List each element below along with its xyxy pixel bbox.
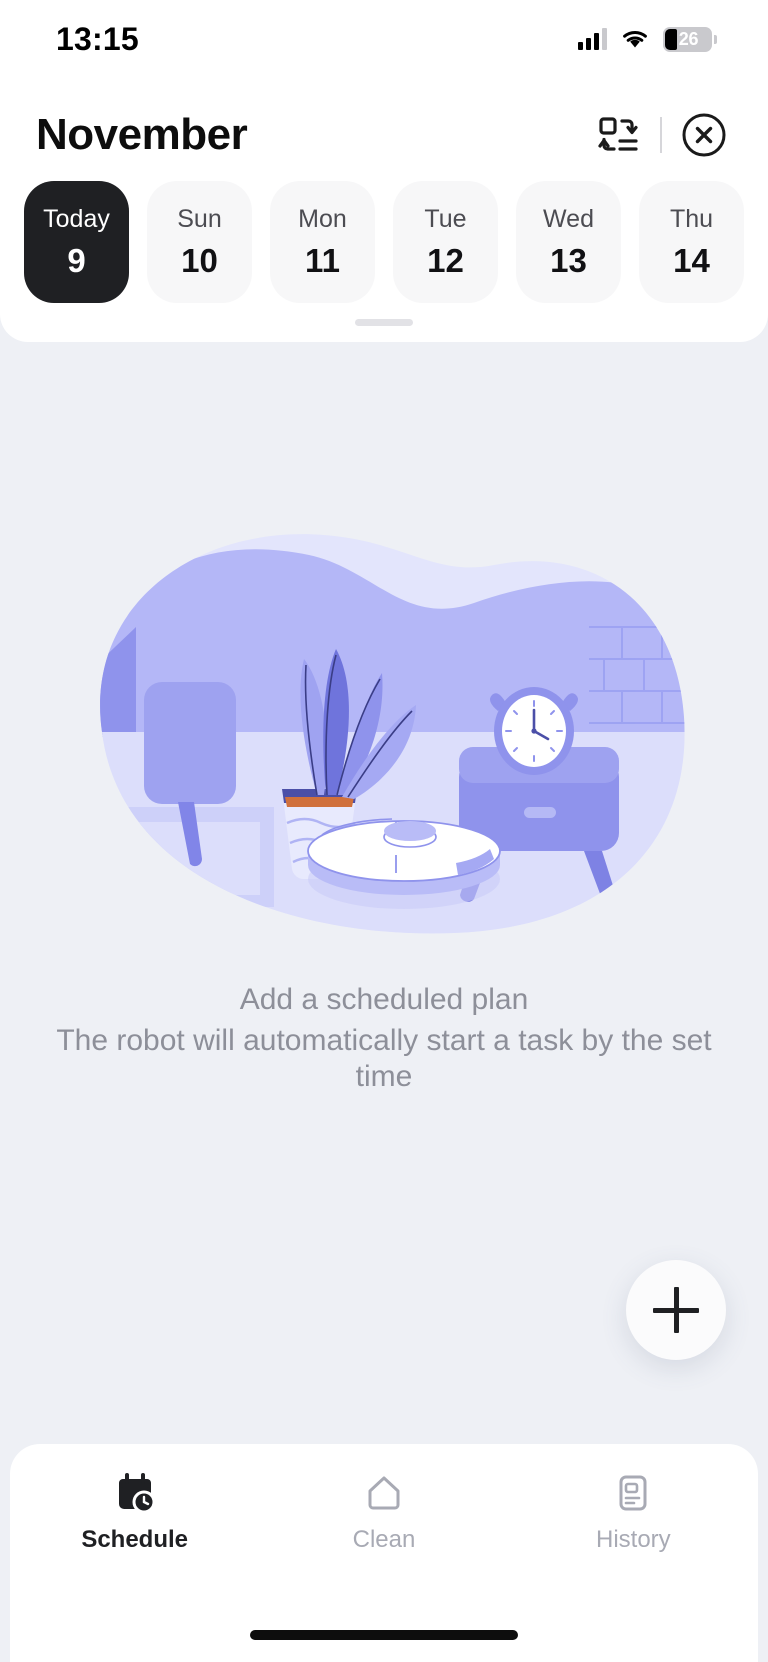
day-chip-number: 14 — [673, 241, 710, 279]
document-list-icon — [619, 1475, 647, 1511]
day-chip-9[interactable]: Today 9 — [24, 181, 129, 303]
add-schedule-fab[interactable] — [626, 1260, 726, 1360]
day-chip-name: Wed — [543, 204, 594, 233]
day-selector-strip[interactable]: Today 9 Sun 10 Mon 11 Tue 12 Wed 13 Thu 14 — [0, 176, 768, 308]
status-bar: 13:15 26 — [0, 0, 768, 78]
day-chip-13[interactable]: Wed 13 — [516, 181, 621, 303]
day-chip-number: 13 — [550, 241, 587, 279]
close-circle-icon — [682, 113, 726, 157]
calendar-clock-icon — [118, 1473, 156, 1514]
day-chip-name: Today — [43, 204, 110, 233]
home-icon — [368, 1476, 400, 1510]
empty-state-text: Add a scheduled plan The robot will auto… — [0, 982, 768, 1094]
tab-history[interactable]: History — [509, 1472, 758, 1554]
status-bar-clock: 13:15 — [56, 20, 139, 57]
day-chip-10[interactable]: Sun 10 — [147, 181, 252, 303]
header-actions — [590, 107, 732, 163]
day-chip-name: Thu — [669, 204, 714, 233]
empty-state-subtitle: The robot will automatically start a tas… — [56, 1024, 712, 1093]
tab-schedule[interactable]: Schedule — [10, 1472, 259, 1554]
day-chip-number: 9 — [67, 241, 86, 279]
sheet-grabber-handle[interactable] — [355, 319, 413, 326]
day-chip-number: 12 — [427, 241, 464, 279]
day-chip-number: 10 — [181, 241, 218, 279]
header-title-row: November — [0, 78, 768, 170]
close-button[interactable] — [676, 107, 732, 163]
app-screen: 13:15 26 November Today 9 Sun 10 Mon 11 … — [0, 0, 768, 1662]
reorder-sort-button[interactable] — [590, 107, 646, 163]
day-chip-name: Sun — [177, 204, 222, 233]
tab-history-label: History — [595, 1526, 671, 1553]
home-indicator — [250, 1630, 518, 1640]
battery-percent-label: 26 — [678, 28, 699, 49]
day-chip-name: Tue — [424, 204, 467, 233]
tab-clean[interactable]: Clean — [259, 1472, 508, 1554]
tab-clean-label: Clean — [352, 1526, 416, 1553]
wifi-icon — [623, 31, 647, 48]
day-chip-number: 11 — [305, 241, 340, 279]
tab-schedule-label: Schedule — [81, 1526, 189, 1553]
schedule-content-area: Add a scheduled plan The robot will auto… — [0, 342, 768, 1662]
robot-vacuum-room-illustration — [100, 534, 685, 934]
day-chip-14[interactable]: Thu 14 — [639, 181, 744, 303]
bottom-tab-bar: Schedule Clean History — [10, 1444, 758, 1662]
page-title: November — [36, 110, 248, 159]
reorder-sort-icon — [598, 117, 638, 151]
header-divider — [660, 117, 662, 153]
empty-state-title: Add a scheduled plan — [239, 983, 529, 1016]
battery-icon: 26 — [663, 26, 717, 52]
header-sheet: November Today 9 Sun 10 Mon 11 Tue 12 We… — [0, 78, 768, 342]
day-chip-11[interactable]: Mon 11 — [270, 181, 375, 303]
cellular-signal-icon — [578, 28, 607, 50]
status-bar-indicators: 26 — [578, 26, 717, 52]
day-chip-name: Mon — [298, 204, 347, 233]
day-chip-12[interactable]: Tue 12 — [393, 181, 498, 303]
